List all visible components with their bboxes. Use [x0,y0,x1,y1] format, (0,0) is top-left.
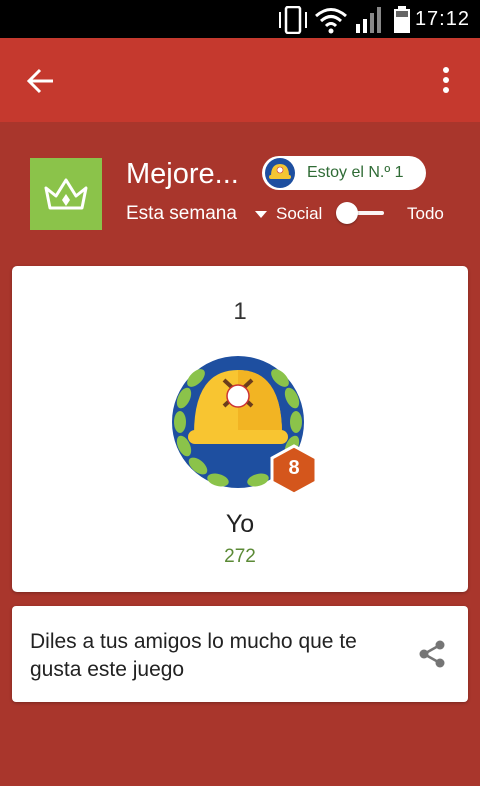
more-vertical-icon [443,67,449,93]
vibrate-icon [279,6,307,34]
level-number: 8 [288,457,300,479]
arrow-left-icon [26,68,53,94]
social-all-toggle[interactable] [336,202,358,224]
status-bar: 17:12 [0,0,480,38]
wifi-icon [315,8,347,34]
player-name: Yo [225,510,255,538]
leaderboard-tile [30,158,102,230]
player-rank-chip[interactable]: Estoy el N.º 1 [262,156,426,190]
player-rank-card: 1 8 Yo 272 [12,266,468,592]
player-rank-label: Estoy el N.º 1 [307,164,404,181]
back-button[interactable] [20,60,64,104]
dropdown-arrow-icon[interactable] [254,210,268,220]
share-message: Diles a tus amigos lo mucho que te gusta… [30,630,357,681]
crown-icon [44,178,88,210]
signal-icon [356,7,381,33]
clock: 17:12 [414,8,470,30]
battery-icon [394,6,410,33]
social-label: Social [276,204,323,223]
overflow-menu-button[interactable] [426,62,466,102]
period-dropdown[interactable]: Esta semana [126,203,237,225]
player-score: 272 [224,546,256,567]
leaderboard-header: Mejore... Estoy el N.º 1 Esta semana Soc… [0,122,480,262]
player-avatar-icon [265,158,295,188]
share-card[interactable]: Diles a tus amigos lo mucho que te gusta… [12,606,468,702]
leaderboard-title: Mejore... [126,158,239,190]
share-icon[interactable] [416,638,448,670]
rank-number: 1 [233,298,247,325]
app-toolbar [0,38,480,122]
all-label: Todo [407,204,444,223]
